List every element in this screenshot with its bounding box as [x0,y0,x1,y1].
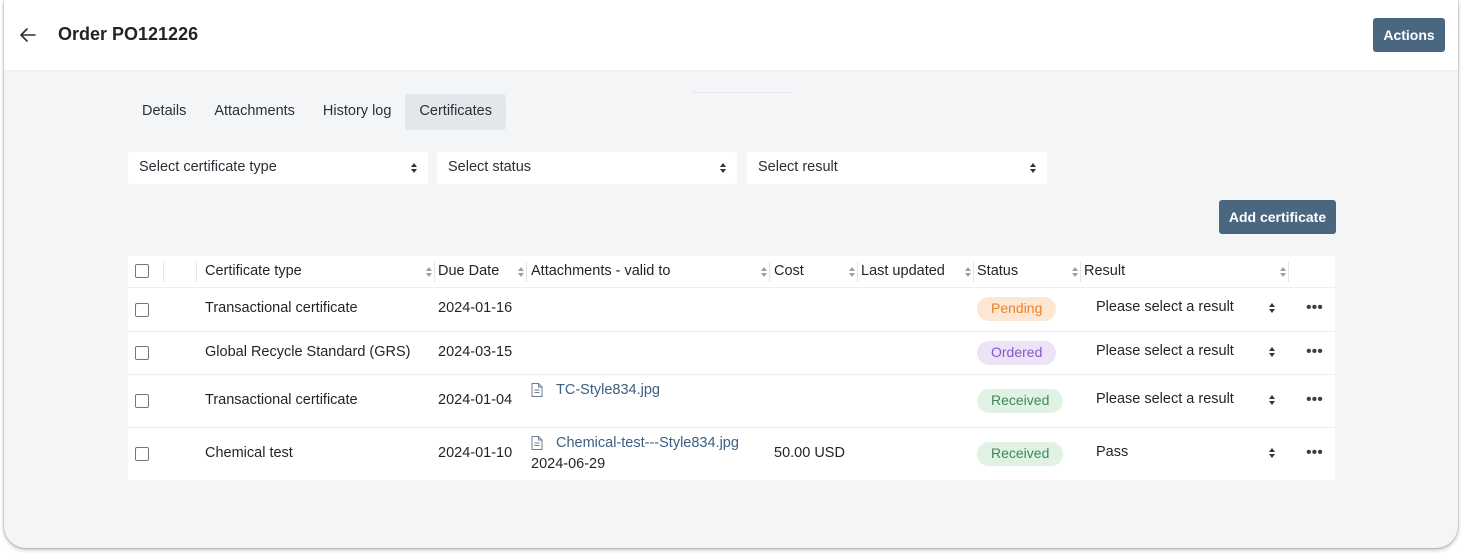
row-checkbox[interactable] [135,346,149,360]
select-arrows-icon [1268,346,1276,358]
row-result-select[interactable]: Please select a result [1096,340,1276,364]
tab-bar: Details Attachments History log Certific… [128,94,506,130]
table-row[interactable]: Chemical test 2024-01-10 Chemical-test--… [128,428,1335,480]
back-button[interactable] [16,23,40,47]
certificates-table: Certificate type Due Date Attachments - … [128,256,1335,480]
select-all-checkbox[interactable] [135,264,149,278]
file-icon [531,383,543,397]
attachment-filename[interactable]: TC-Style834.jpg [556,382,660,398]
select-arrows-icon [1268,302,1276,314]
row-checkbox[interactable] [135,447,149,461]
due-date-cell: 2024-01-10 [438,445,513,461]
certificate-type-cell: Chemical test [205,445,293,461]
divider [692,92,792,93]
certificate-type-select-label: Select certificate type [139,159,277,175]
more-horizontal-icon[interactable]: ••• [1306,300,1326,316]
tab-history-log[interactable]: History log [309,94,406,130]
actions-button[interactable]: Actions [1373,18,1445,52]
row-result-value: Pass [1096,444,1129,460]
status-badge: Ordered [977,341,1057,365]
select-arrows-icon [410,162,418,174]
sort-icon[interactable] [760,266,768,278]
row-result-value: Please select a result [1096,391,1234,407]
column-header-status[interactable]: Status [977,263,1018,279]
more-horizontal-icon[interactable]: ••• [1306,344,1326,360]
status-select[interactable]: Select status [437,152,737,184]
row-result-select[interactable]: Please select a result [1096,296,1276,320]
tab-details[interactable]: Details [128,94,200,130]
due-date-cell: 2024-01-16 [438,300,513,316]
select-arrows-icon [1268,447,1276,459]
column-header-certificate-type[interactable]: Certificate type [205,263,302,279]
row-result-value: Please select a result [1096,299,1234,315]
column-divider [163,262,164,282]
sort-icon[interactable] [964,266,972,278]
certificate-type-select[interactable]: Select certificate type [128,152,428,184]
due-date-cell: 2024-03-15 [438,344,513,360]
due-date-cell: 2024-01-04 [438,392,513,408]
sort-icon[interactable] [517,266,525,278]
file-icon [531,436,543,450]
column-divider [196,262,197,282]
column-divider [526,262,527,282]
status-select-label: Select status [448,159,532,175]
column-divider [1288,262,1289,282]
select-arrows-icon [1029,162,1037,174]
status-badge: Pending [977,297,1057,321]
row-result-select[interactable]: Pass [1096,441,1276,465]
column-header-attachments[interactable]: Attachments - valid to [531,263,670,279]
table-row[interactable]: Transactional certificate 2024-01-16 Pen… [128,288,1335,332]
attachment-filename[interactable]: Chemical-test---Style834.jpg [556,435,739,451]
sort-icon[interactable] [1071,266,1079,278]
page-header: Order PO121226 Actions [4,0,1458,71]
table-row[interactable]: Global Recycle Standard (GRS) 2024-03-15… [128,332,1335,375]
more-horizontal-icon[interactable]: ••• [1306,392,1326,408]
more-horizontal-icon[interactable]: ••• [1306,445,1326,461]
table-row[interactable]: Transactional certificate 2024-01-04 TC-… [128,375,1335,428]
column-divider [1080,262,1081,282]
column-divider [857,262,858,282]
certificate-type-cell: Transactional certificate [205,300,358,316]
column-header-cost[interactable]: Cost [774,263,804,279]
row-checkbox[interactable] [135,303,149,317]
page-title: Order PO121226 [58,24,199,44]
tab-certificates[interactable]: Certificates [405,94,506,130]
cost-cell: 50.00 USD [774,445,845,461]
column-header-due-date[interactable]: Due Date [438,263,499,279]
sort-icon[interactable] [1279,266,1287,278]
row-checkbox[interactable] [135,394,149,408]
certificate-type-cell: Global Recycle Standard (GRS) [205,344,411,360]
select-arrows-icon [719,162,727,174]
column-divider [769,262,770,282]
result-select[interactable]: Select result [747,152,1047,184]
column-divider [434,262,435,282]
app-window: Order PO121226 Actions Details Attachmen… [4,0,1458,548]
column-divider [973,262,974,282]
column-header-last-updated[interactable]: Last updated [861,263,945,279]
status-badge: Received [977,389,1064,413]
sort-icon[interactable] [848,266,856,278]
valid-to-date: 2024-06-29 [531,456,606,472]
select-arrows-icon [1268,394,1276,406]
table-header-row: Certificate type Due Date Attachments - … [128,256,1335,288]
status-badge: Received [977,442,1064,466]
column-header-result[interactable]: Result [1084,263,1125,279]
tab-attachments[interactable]: Attachments [200,94,309,130]
add-certificate-button[interactable]: Add certificate [1219,200,1336,234]
row-result-value: Please select a result [1096,343,1234,359]
row-result-select[interactable]: Please select a result [1096,388,1276,412]
certificate-type-cell: Transactional certificate [205,392,358,408]
sort-icon[interactable] [425,266,433,278]
arrow-left-icon [20,28,36,42]
result-select-label: Select result [758,159,838,175]
